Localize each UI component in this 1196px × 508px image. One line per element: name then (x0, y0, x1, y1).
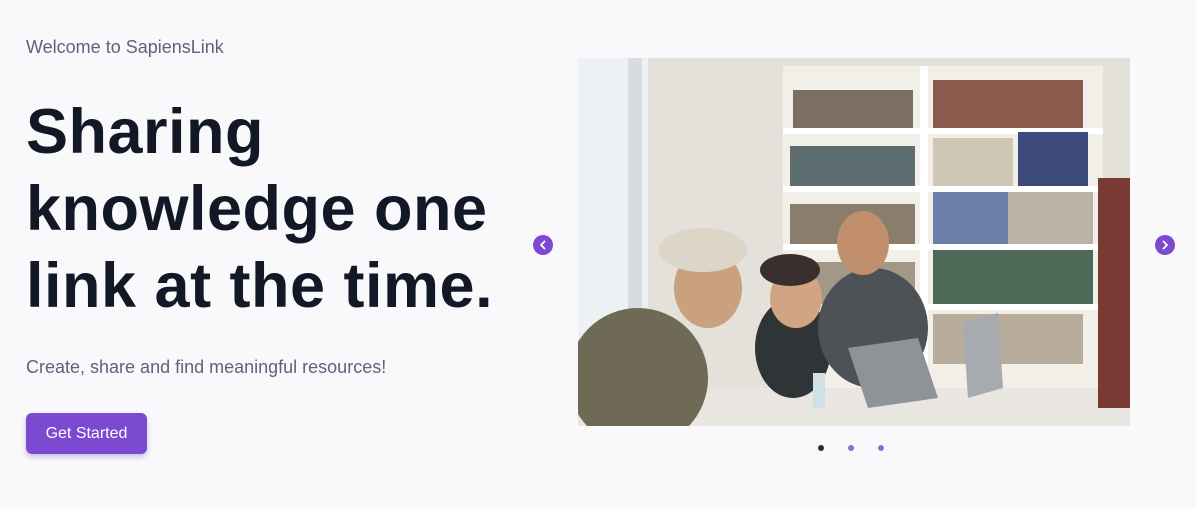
get-started-button[interactable]: Get Started (26, 413, 147, 454)
carousel-slide-image (578, 58, 1130, 426)
carousel-prev-button[interactable] (533, 235, 553, 255)
carousel-dot-2[interactable] (848, 445, 854, 451)
hero-headline: Sharing knowledge one link at the time. (26, 97, 494, 321)
hero-section: Welcome to SapiensLink Sharing knowledge… (0, 0, 1196, 508)
carousel-dot-1[interactable] (818, 445, 824, 451)
carousel-next-button[interactable] (1155, 235, 1175, 255)
welcome-text: Welcome to SapiensLink (26, 37, 224, 57)
chevron-right-icon (1162, 240, 1168, 250)
chevron-left-icon (540, 240, 546, 250)
carousel-dot-3[interactable] (878, 445, 884, 451)
hero-subtitle: Create, share and find meaningful resour… (26, 357, 387, 377)
carousel-indicators (818, 445, 884, 451)
